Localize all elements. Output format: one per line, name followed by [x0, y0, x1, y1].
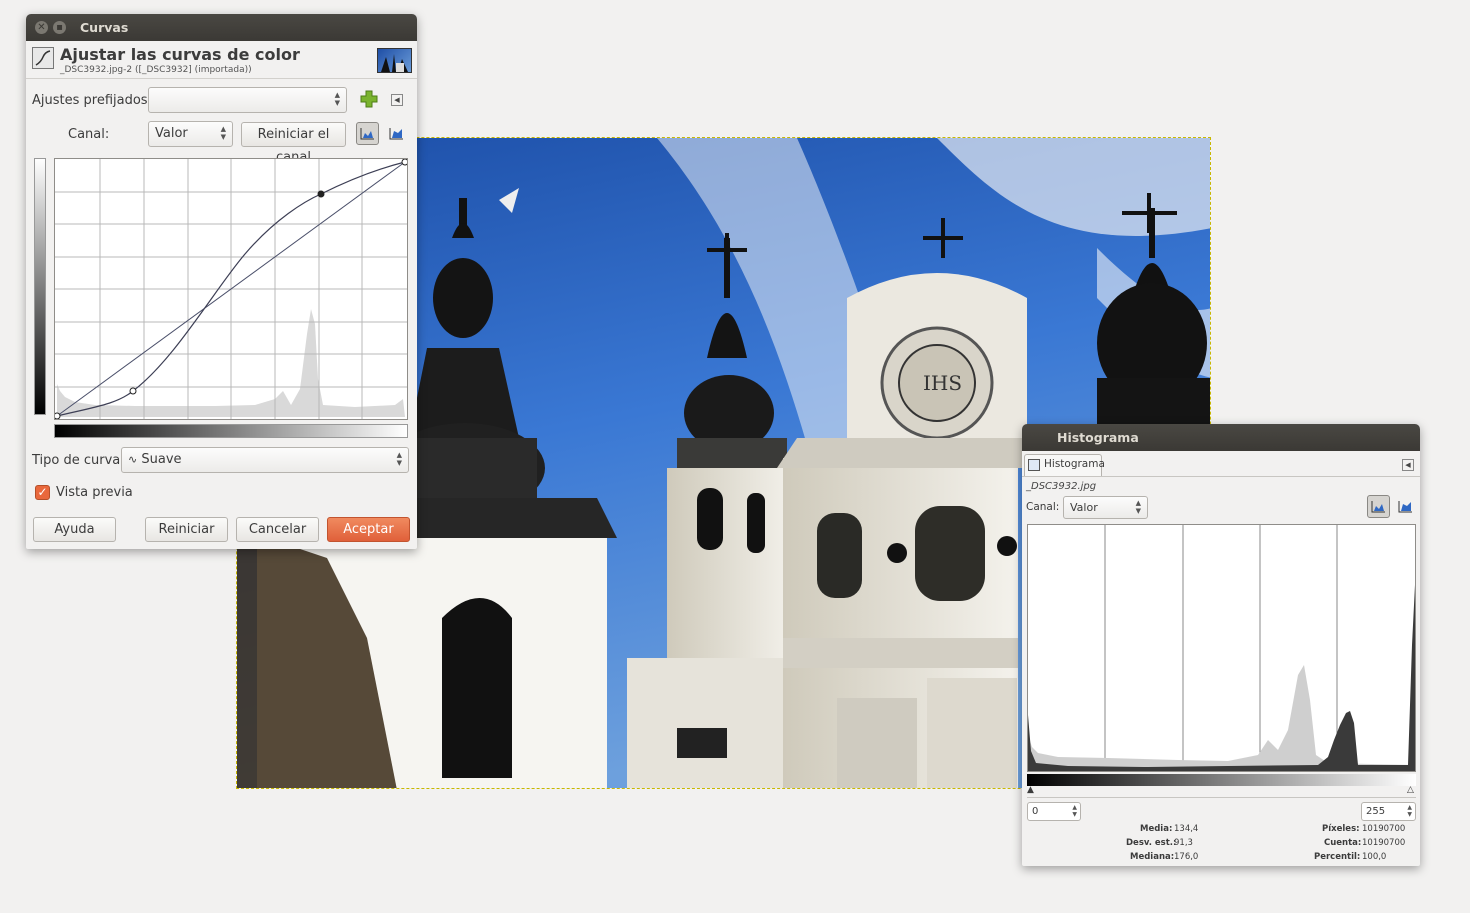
curve-editor[interactable] — [53, 158, 409, 420]
histogram-tab-icon — [1028, 459, 1040, 471]
curve-type-label: Tipo de curva: — [32, 453, 125, 468]
pixels-label: Píxeles: — [1322, 824, 1360, 834]
channel-label: Canal: — [1026, 501, 1060, 513]
median-value: 176,0 — [1174, 852, 1199, 862]
maximize-icon[interactable]: ▪ — [53, 21, 66, 34]
spin-arrows-icon: ▲ ▼ — [1072, 804, 1077, 818]
image-thumbnail — [377, 48, 412, 73]
curves-tool-icon — [32, 47, 54, 69]
preview-checkbox[interactable]: ✓ — [35, 485, 50, 500]
log-histogram-icon[interactable] — [1394, 495, 1417, 518]
range-min-spinbox[interactable]: 0 ▲ ▼ — [1027, 802, 1081, 821]
mean-label: Media: — [1140, 824, 1173, 834]
channel-value: Valor — [155, 126, 188, 141]
dialog-subheading: _DSC3932.jpg-2 ([_DSC3932] (importada)) — [60, 65, 252, 75]
window-title: Curvas — [80, 20, 129, 35]
range-min-value: 0 — [1032, 806, 1039, 817]
vertical-gradient-bar — [34, 158, 46, 415]
curve-point — [317, 190, 325, 198]
tab-menu-icon[interactable]: ◀ — [1402, 459, 1414, 471]
spin-arrows-icon: ▲ ▼ — [1135, 499, 1141, 515]
pixels-value: 10190700 — [1362, 824, 1406, 834]
smooth-curve-icon: ∿ — [128, 453, 138, 466]
ok-button[interactable]: Aceptar — [327, 517, 410, 542]
curve-point — [53, 412, 61, 420]
svg-text:IHS: IHS — [923, 371, 962, 395]
reset-button[interactable]: Reiniciar — [145, 517, 228, 542]
spin-arrows-icon: ▲ ▼ — [220, 125, 226, 141]
curve-point — [129, 387, 137, 395]
curve-type-combo[interactable]: ∿ Suave ▲ ▼ — [121, 447, 409, 473]
count-value: 10190700 — [1362, 838, 1406, 848]
percentile-label: Percentil: — [1314, 852, 1361, 862]
cancel-button[interactable]: Cancelar — [236, 517, 319, 542]
image-name: _DSC3932.jpg — [1026, 481, 1097, 492]
spin-arrows-icon: ▲ ▼ — [334, 91, 340, 107]
presets-combo[interactable]: ▲ ▼ — [148, 87, 347, 113]
curve-point — [401, 158, 409, 166]
range-max-value: 255 — [1366, 806, 1386, 817]
add-preset-icon[interactable] — [360, 90, 378, 108]
help-button[interactable]: Ayuda — [33, 517, 116, 542]
channel-combo[interactable]: Valor ▲ ▼ — [148, 121, 233, 147]
presets-menu-icon[interactable]: ◀ — [391, 94, 403, 106]
stddev-label: Desv. est.: — [1126, 838, 1177, 848]
histogram-dialog: Histograma Histograma ◀ _DSC3932.jpg Can… — [1022, 424, 1420, 866]
tab-histogram[interactable]: Histograma — [1024, 454, 1105, 476]
channel-label: Canal: — [68, 127, 110, 142]
histogram-gradient-bar — [1027, 774, 1416, 786]
histogram-plot[interactable] — [1027, 524, 1416, 772]
presets-label: Ajustes prefijados: — [32, 93, 152, 108]
log-histogram-icon[interactable] — [385, 122, 408, 145]
histogram-titlebar[interactable]: Histograma — [1022, 424, 1420, 451]
curve-type-value: Suave — [141, 452, 182, 467]
curves-titlebar[interactable]: ✕ ▪ Curvas — [26, 14, 417, 41]
tab-label: Histograma — [1044, 458, 1105, 470]
stddev-value: 91,3 — [1174, 838, 1193, 848]
tab-separator — [1022, 476, 1420, 477]
range-separator — [1027, 797, 1416, 798]
spin-arrows-icon: ▲ ▼ — [1407, 804, 1412, 818]
range-min-handle-icon[interactable]: ▲ — [1027, 786, 1034, 795]
median-label: Mediana: — [1130, 852, 1175, 862]
percentile-value: 100,0 — [1362, 852, 1387, 862]
header-separator — [26, 78, 417, 79]
linear-histogram-icon[interactable] — [356, 122, 379, 145]
histogram-channel-combo[interactable]: Valor ▲ ▼ — [1063, 496, 1148, 519]
channel-value: Valor — [1070, 501, 1098, 514]
close-icon[interactable]: ✕ — [35, 21, 48, 34]
spin-arrows-icon: ▲ ▼ — [396, 451, 402, 467]
linear-histogram-icon[interactable] — [1367, 495, 1390, 518]
horizontal-gradient-bar — [54, 424, 408, 438]
curves-dialog: ✕ ▪ Curvas Ajustar las curvas de color _… — [26, 14, 417, 549]
count-label: Cuenta: — [1324, 838, 1362, 848]
histogram-curve-dark — [1028, 585, 1415, 771]
curve-graph[interactable] — [53, 158, 409, 420]
range-max-spinbox[interactable]: 255 ▲ ▼ — [1361, 802, 1416, 821]
window-title: Histograma — [1057, 430, 1139, 445]
reset-channel-button[interactable]: Reiniciar el canal — [241, 122, 346, 165]
mean-value: 134,4 — [1174, 824, 1199, 834]
dialog-heading: Ajustar las curvas de color — [60, 45, 300, 64]
preview-label[interactable]: Vista previa — [56, 485, 133, 500]
range-max-handle-icon[interactable]: △ — [1407, 786, 1414, 795]
